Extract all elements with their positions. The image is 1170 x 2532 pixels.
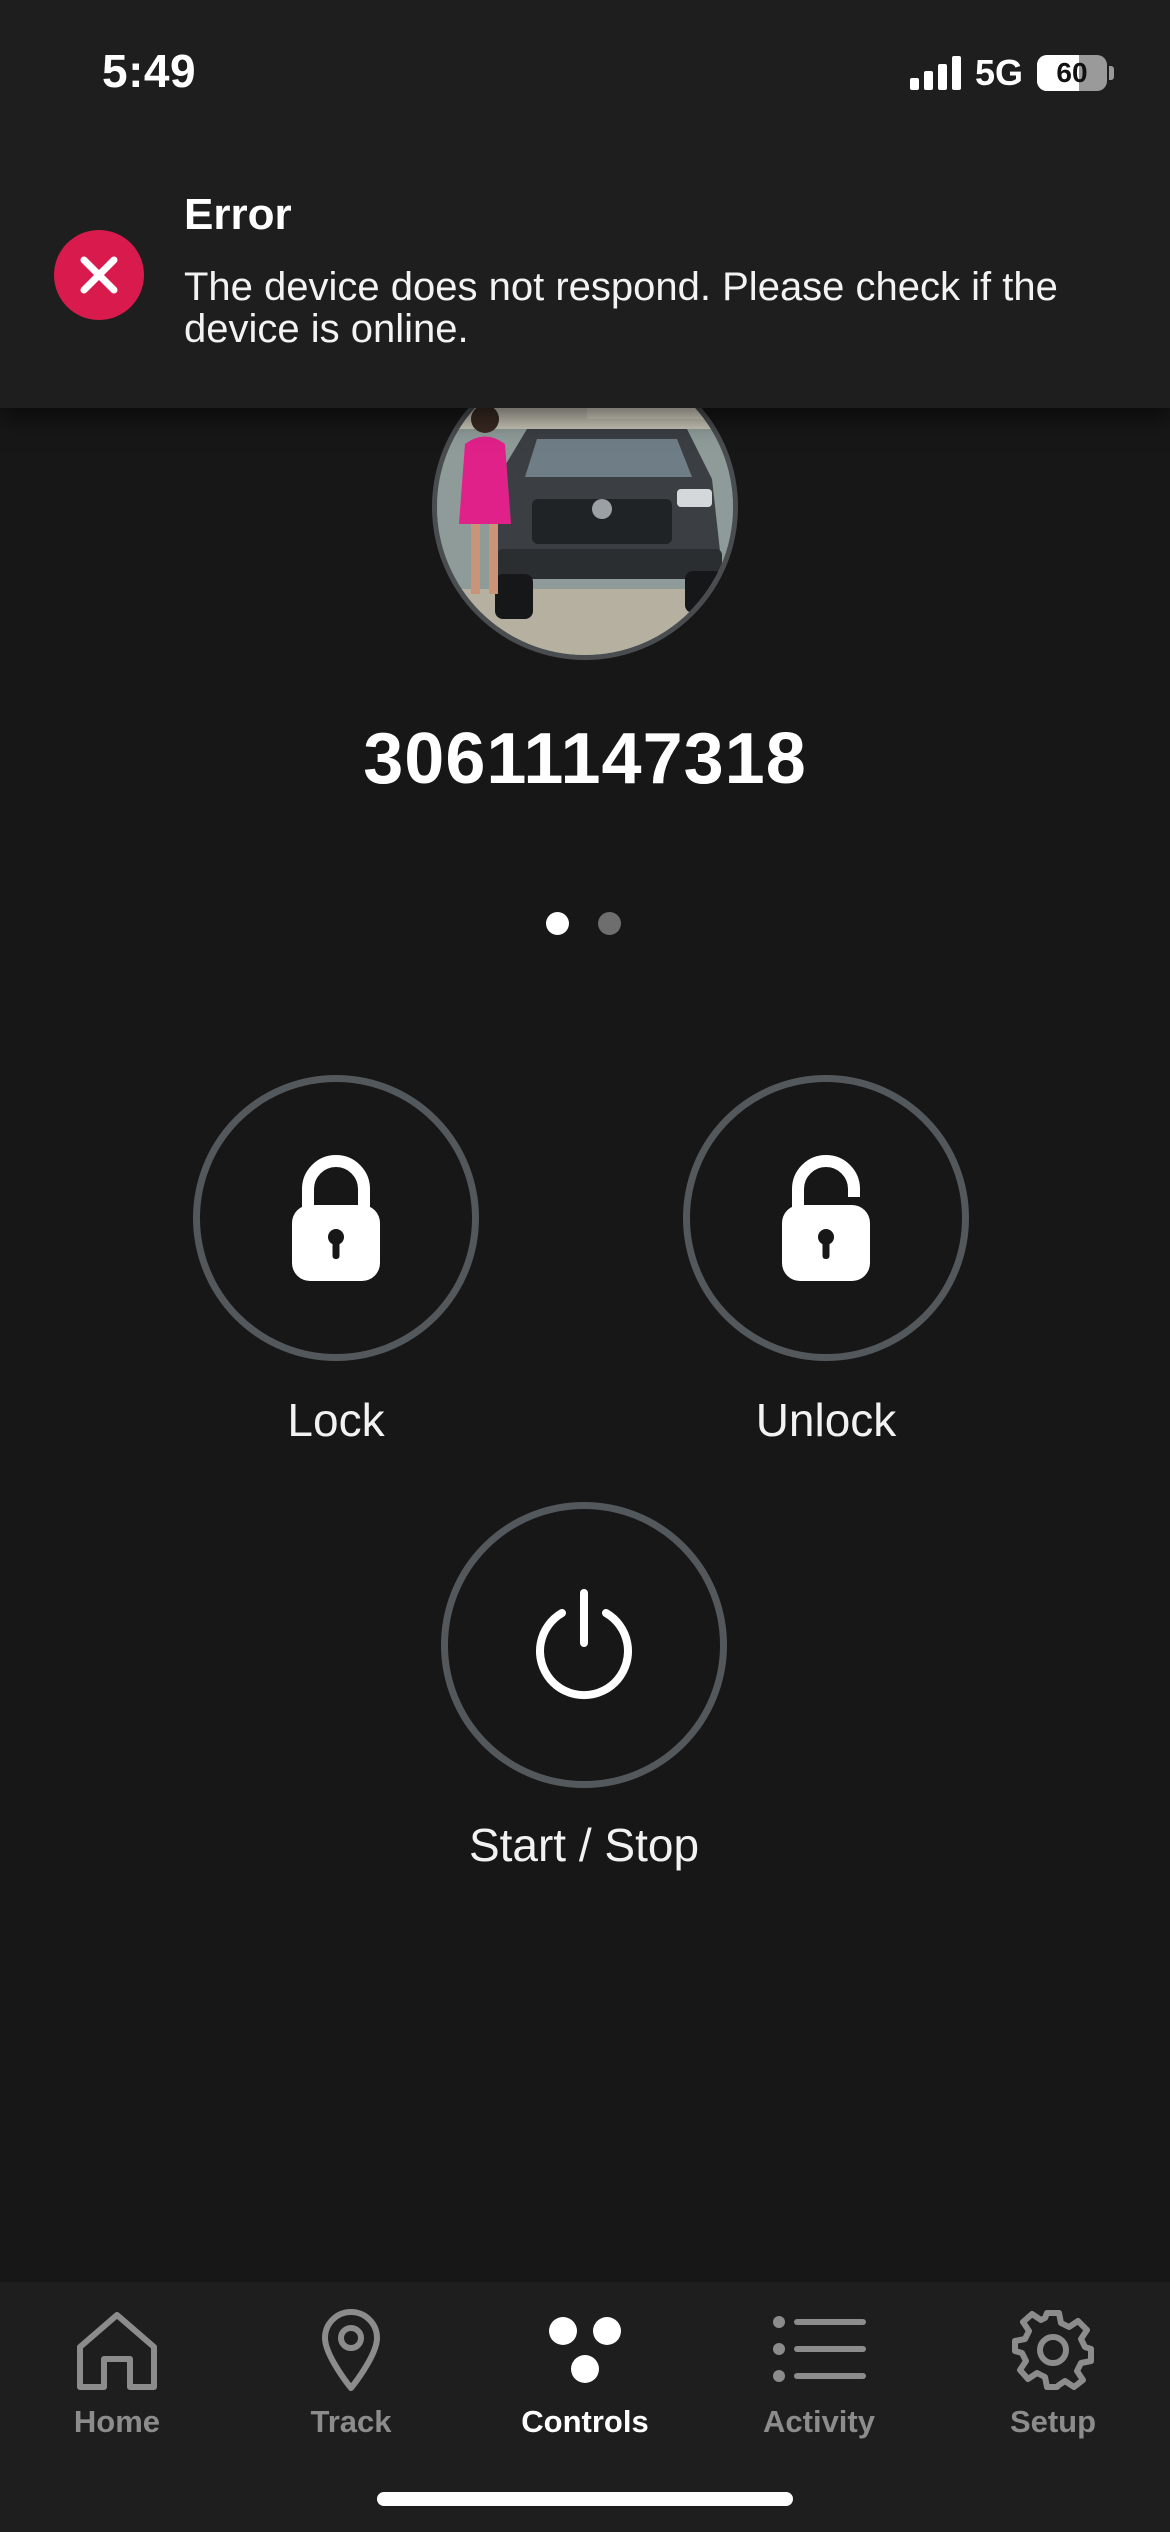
page-dot-2[interactable] [598,912,621,935]
battery-icon: 60 [1037,55,1107,91]
nav-track[interactable]: Track [234,2294,468,2464]
status-time: 5:49 [102,45,197,97]
vehicle-id: 30611147318 [363,719,807,799]
signal-icon [909,56,961,90]
status-indicators: 5G 60 [909,52,1114,94]
battery-tip [1109,66,1114,80]
home-indicator [377,2492,793,2506]
nav-setup[interactable]: Setup [936,2294,1170,2464]
nav-track-label: Track [310,2404,392,2439]
nav-home[interactable]: Home [0,2294,234,2464]
unlock-icon [782,1155,870,1281]
lock-label: Lock [287,1394,385,1446]
battery-level: 60 [1056,57,1088,88]
gear-icon [1011,2294,1095,2404]
nav-activity-label: Activity [763,2404,875,2439]
unlock-label: Unlock [755,1394,897,1446]
toast-title: Error [184,190,292,239]
nav-activity[interactable]: Activity [702,2294,936,2464]
close-icon[interactable] [54,230,144,320]
start-stop-label: Start / Stop [468,1819,700,1871]
network-type: 5G [974,52,1023,93]
page-indicator[interactable] [546,912,621,935]
nav-setup-label: Setup [1009,2404,1097,2439]
controls-icon [545,2294,625,2404]
page-dot-1[interactable] [546,912,569,935]
location-pin-icon [319,2294,383,2404]
toast-message: The device does not respond. Please chec… [184,265,1058,351]
nav-controls[interactable]: Controls [468,2294,702,2464]
nav-controls-label: Controls [521,2404,649,2439]
nav-home-label: Home [73,2404,161,2439]
error-toast[interactable]: 5:49 5G 60 Error The device does not res… [0,0,1170,408]
home-icon [72,2294,162,2404]
app-screen: 5:49 5G 60 Error The device does not res… [0,0,1170,2532]
start-stop-button[interactable] [441,1502,727,1788]
lock-icon [292,1155,380,1281]
unlock-button[interactable] [683,1075,969,1361]
lock-button[interactable] [193,1075,479,1361]
power-icon [536,1589,632,1700]
list-icon [771,2294,867,2404]
